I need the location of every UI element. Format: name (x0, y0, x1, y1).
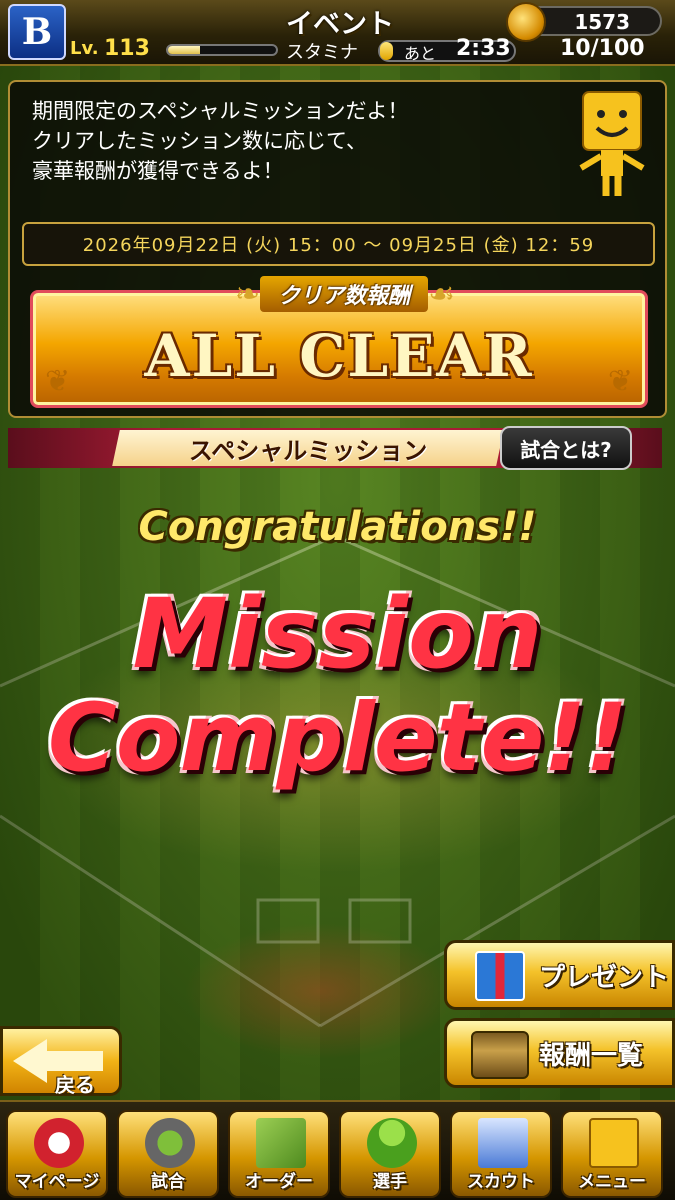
reward-list-button[interactable]: 報酬一覧 (444, 1018, 675, 1088)
event-info-panel: 期間限定のスペシャルミッションだよ！ クリアしたミッション数に応じて、 豪華報酬… (8, 80, 667, 418)
level-label: Lv. (70, 38, 99, 59)
description-line: 豪華報酬が獲得できるよ！ (32, 159, 284, 183)
nav-label: メニュー (578, 1172, 646, 1192)
coin-icon (506, 2, 546, 42)
team-logo-icon: B (8, 4, 66, 60)
stadium-icon (145, 1118, 195, 1168)
flourish-right-icon: ❦ (607, 364, 633, 399)
clear-status: ALL CLEAR (144, 322, 534, 390)
back-button-label: 戻る (55, 1073, 95, 1097)
event-period: 2026年09月22日 (火) 15：00 ～ 09月25日 (金) 12：59 (22, 222, 655, 266)
nav-players[interactable]: 選手 (339, 1110, 441, 1198)
back-arrow-tail (45, 1051, 103, 1071)
back-arrow-icon (13, 1039, 47, 1083)
mascot-icon (579, 91, 645, 196)
complete-text: Complete!! (47, 684, 628, 793)
coin-count: 1573 (574, 10, 630, 34)
nav-label: 選手 (373, 1172, 407, 1192)
screen-title: イベント (286, 9, 394, 40)
special-mission-title-text: スペシャルミッション (188, 436, 428, 465)
nav-label: マイページ (14, 1172, 100, 1192)
special-mission-title: スペシャルミッション (112, 430, 504, 466)
lineup-field-icon (256, 1118, 306, 1168)
stamina-label: スタミナ (286, 42, 358, 63)
stamina-value: 10/100 (560, 36, 645, 61)
top-header: B イベント 1573 Lv. 113 スタミナ あと 2:33 10/100 (0, 0, 675, 66)
what-is-match-button[interactable]: 試合とは? (500, 426, 632, 470)
exp-bar-fill (168, 46, 201, 54)
nav-label: オーダー (245, 1172, 313, 1192)
description-line: クリアしたミッション数に応じて、 (32, 129, 367, 153)
scout-card-icon (478, 1118, 528, 1168)
flourish-left-icon: ❦ (45, 364, 71, 399)
mission-text: Mission (132, 578, 543, 690)
player-icon (367, 1118, 417, 1168)
back-button[interactable]: 戻る (0, 1026, 122, 1097)
nav-label: スカウト (467, 1172, 535, 1192)
nav-my-page[interactable]: マイページ (6, 1110, 108, 1198)
bottom-nav: マイページ 試合 オーダー 選手 スカウト メニュー (0, 1100, 675, 1200)
stamina-bar-fill (380, 42, 394, 60)
present-button-label: プレゼント (539, 962, 670, 993)
nav-scout[interactable]: スカウト (450, 1110, 552, 1198)
laurel-right-icon: ☙ (428, 276, 456, 312)
gift-icon (475, 951, 525, 1001)
nav-menu[interactable]: メニュー (561, 1110, 663, 1198)
exp-bar (166, 44, 278, 56)
clear-reward-label: クリア数報酬 (260, 276, 429, 312)
nav-order[interactable]: オーダー (228, 1110, 330, 1198)
level-value: 113 (104, 36, 150, 61)
congratulations-text: Congratulations!! (138, 504, 537, 550)
stamina-recover-label: あと (404, 44, 437, 63)
description-line: 期間限定のスペシャルミッションだよ！ (32, 99, 409, 123)
nav-match[interactable]: 試合 (117, 1110, 219, 1198)
my-page-icon (34, 1118, 84, 1168)
treasure-chest-icon (471, 1031, 529, 1079)
coin-counter[interactable]: 1573 (506, 2, 662, 42)
event-description: 期間限定のスペシャルミッションだよ！ クリアしたミッション数に応じて、 豪華報酬… (32, 96, 409, 186)
laurel-left-icon: ❧ (234, 276, 261, 312)
nav-label: 試合 (151, 1172, 185, 1192)
stamina-recover-time: 2:33 (456, 36, 511, 61)
menu-mascot-icon (589, 1118, 639, 1168)
reward-list-button-label: 報酬一覧 (539, 1040, 644, 1071)
reward-label-wreath: ❧ クリア数報酬 ☙ (220, 272, 470, 316)
present-button[interactable]: プレゼント (444, 940, 675, 1010)
